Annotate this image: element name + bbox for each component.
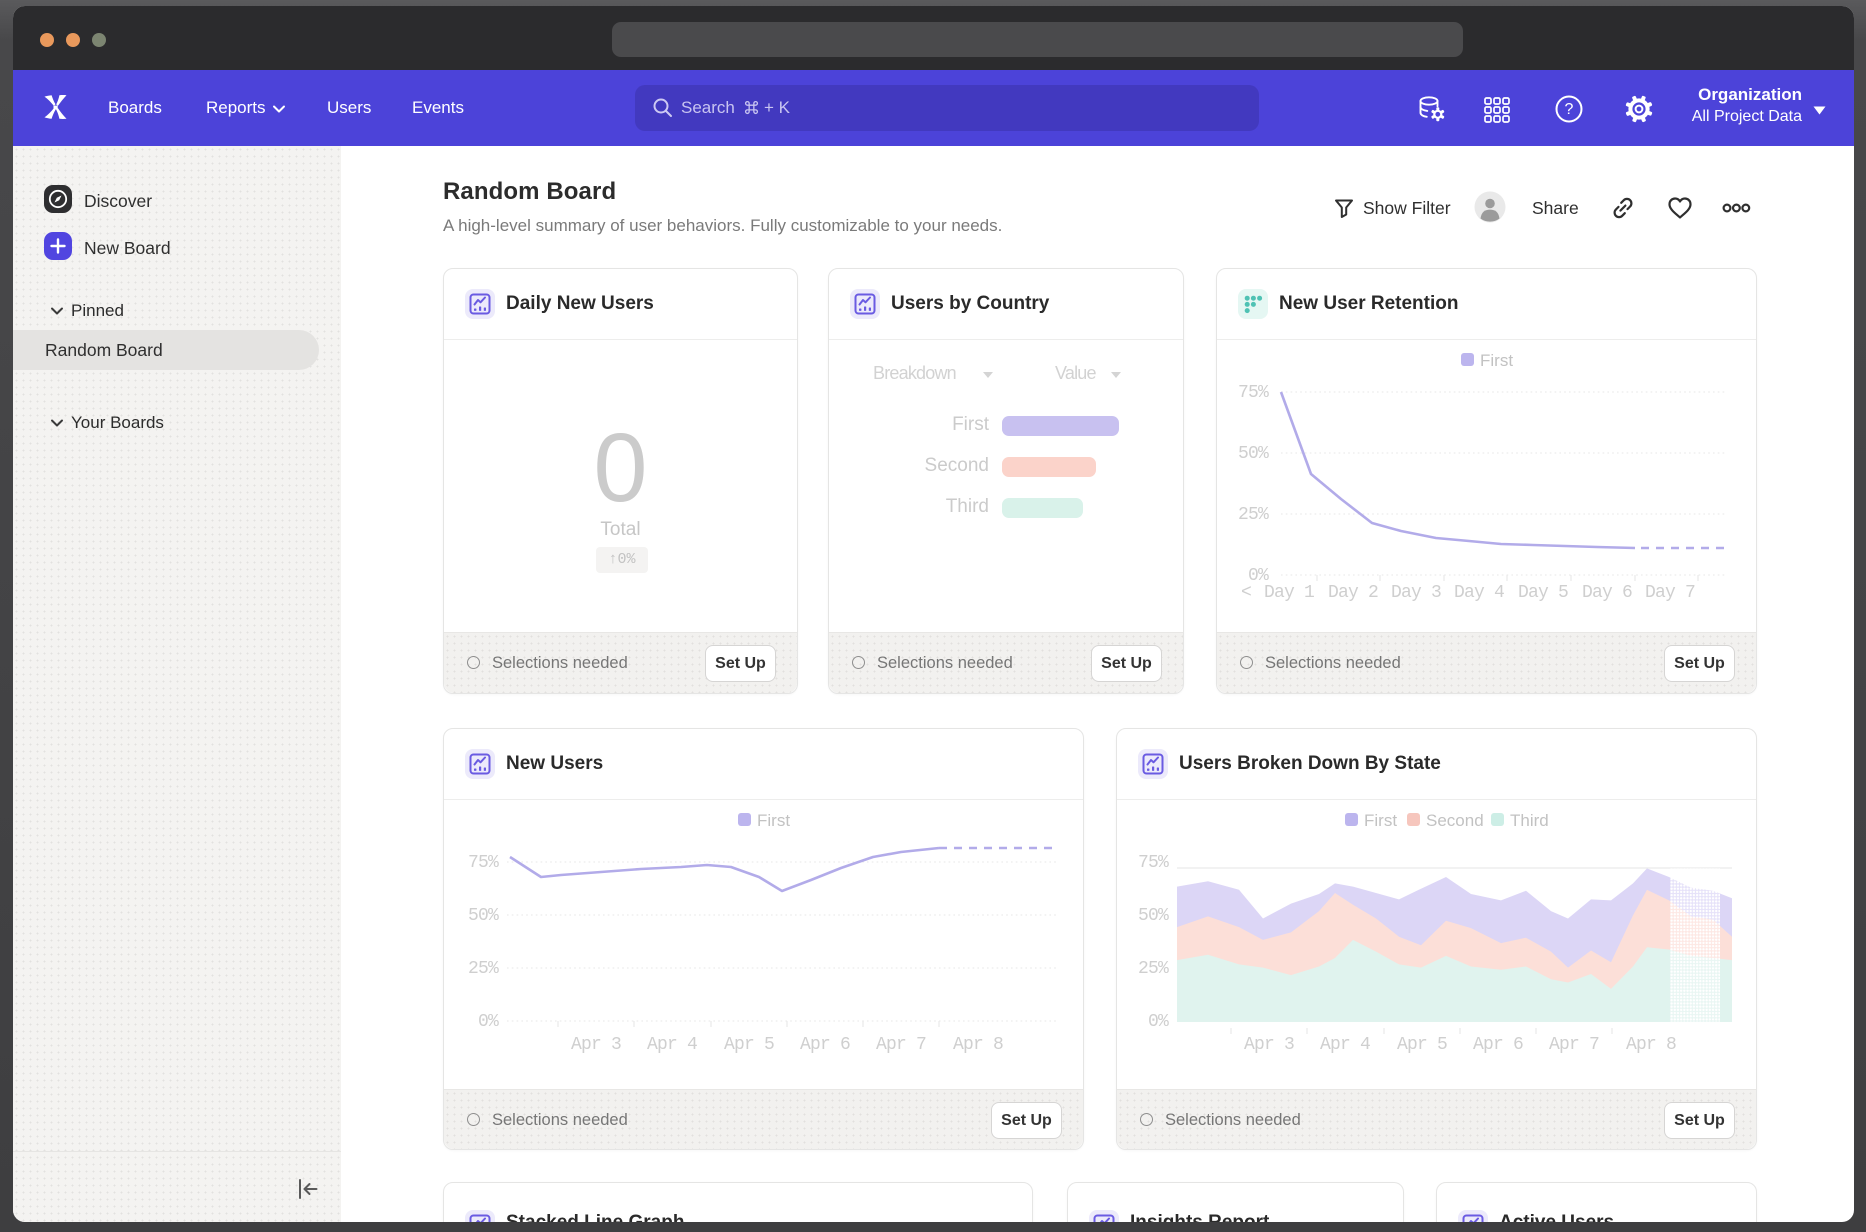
- svg-text:?: ?: [1565, 101, 1574, 118]
